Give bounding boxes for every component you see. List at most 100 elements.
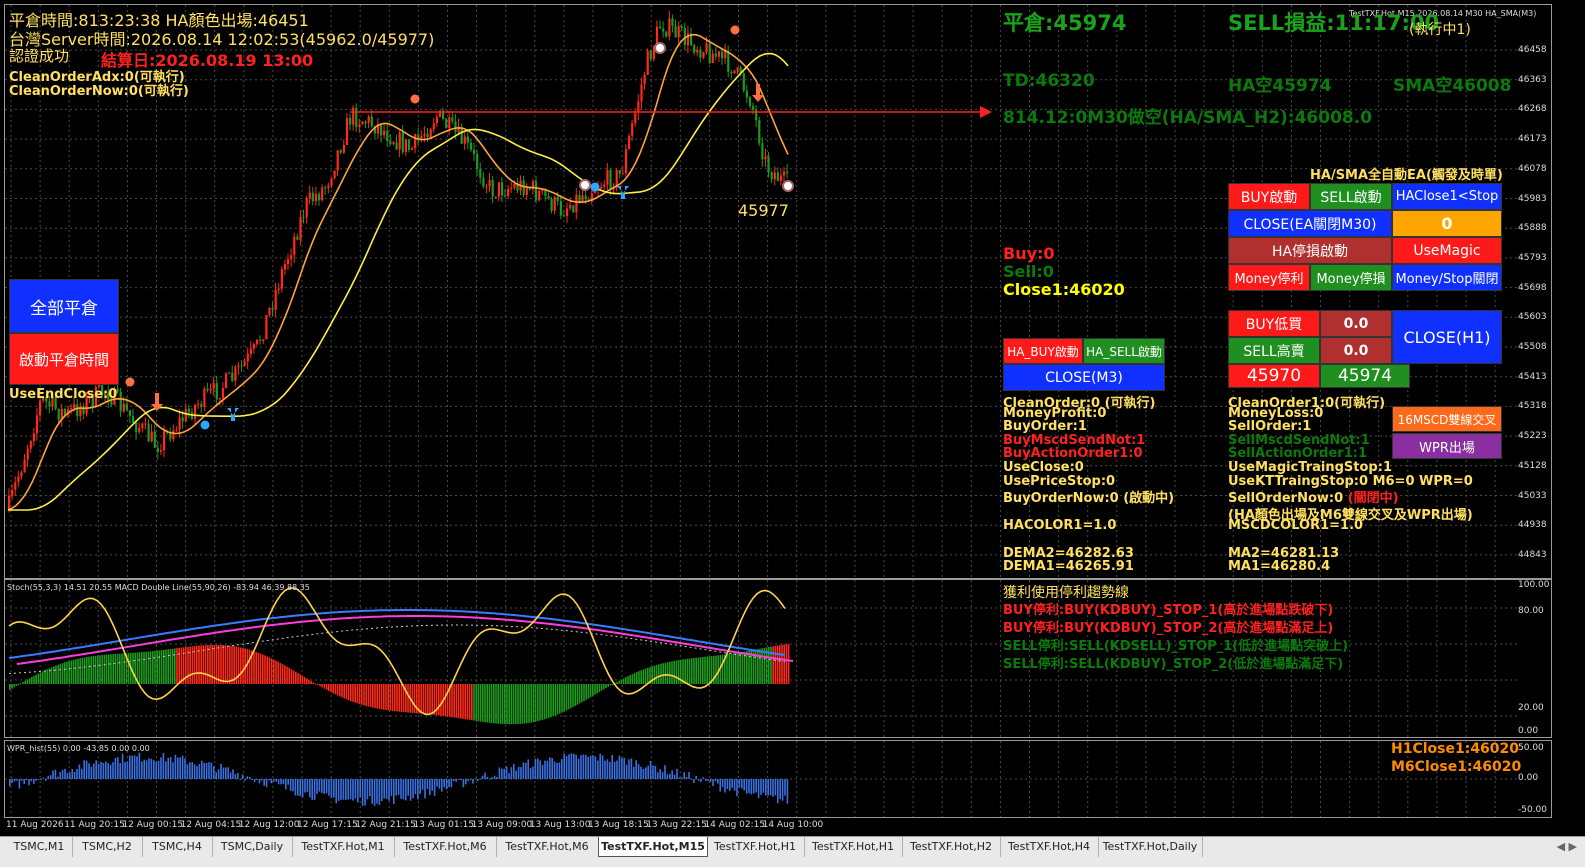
wpr-bar (11, 779, 13, 783)
wpr-bar (777, 779, 779, 804)
wpr-bar (181, 755, 184, 779)
macd-bar (528, 684, 530, 723)
chart-tab[interactable]: TSMC,H4 (142, 837, 213, 857)
macd-bar (9, 684, 11, 690)
macd-bar (367, 684, 370, 707)
wpr-bar (59, 772, 61, 779)
macd-bar (730, 653, 733, 684)
macd-bar (20, 683, 22, 685)
chart-tab[interactable]: TestTXF.Hot,H1 (804, 837, 903, 857)
candle-body (218, 398, 221, 400)
buy-low-value[interactable]: 0.0 (1320, 310, 1392, 337)
info-dema1: DEMA1=46265.91 (1003, 559, 1134, 574)
close-ea-button[interactable]: CLOSE(EA關閉M30) (1228, 210, 1392, 237)
stoch-macd-pane[interactable]: Stoch(55,3,3) 14.51 20.55 MACD Double Li… (4, 579, 1552, 738)
close-h1-button[interactable]: CLOSE(H1) (1392, 310, 1502, 364)
sell-high-button[interactable]: SELL高賣 (1228, 337, 1320, 364)
macd-bar (171, 648, 174, 684)
wpr-bar (282, 779, 285, 785)
wpr-bar (666, 774, 669, 779)
close-all-button[interactable]: 全部平倉 (9, 279, 119, 333)
macd-bar (138, 652, 141, 684)
chart-tab[interactable]: TestTXF.Hot,H1 (706, 837, 805, 857)
buy-low-button[interactable]: BUY低買 (1228, 310, 1320, 337)
enable-close-time-button[interactable]: 啟動平倉時間 (9, 333, 119, 385)
macd-bar (259, 653, 262, 684)
chart-tab[interactable]: TestTXF.Hot,M15 (598, 837, 708, 857)
candle-body (525, 187, 528, 195)
macd-bar (462, 684, 464, 719)
time-axis-label: 13 Aug 13:00 (529, 820, 591, 830)
macd-bar (783, 644, 785, 684)
candle-body (646, 50, 649, 75)
wpr-bar (729, 779, 731, 791)
money-stop-button[interactable]: Money停損 (1310, 264, 1392, 291)
wpr-bar (695, 776, 697, 779)
close-m3-button[interactable]: CLOSE(M3) (1003, 364, 1165, 391)
ea-title-label: HA/SMA全自動EA(觸發及時單) (1310, 168, 1503, 183)
candle-body (578, 194, 581, 202)
candle-body (435, 116, 438, 124)
ha-close-stop-button[interactable]: HAClose1<Stop (1392, 183, 1502, 210)
macd-bar (644, 668, 647, 684)
wpr-bar (246, 776, 249, 779)
wpr-pane[interactable]: WPR_hist(55) 0.00 -43.85 0.00 0.00 H1Clo… (4, 740, 1552, 818)
zero-counter-box[interactable]: 0 (1392, 210, 1502, 237)
wpr-bar (57, 776, 59, 779)
macd-bar (141, 652, 143, 684)
chart-tab[interactable]: TestTXF.Hot,H2 (902, 837, 1001, 857)
candle-body (733, 70, 736, 74)
chart-tab[interactable]: TestTXF.Hot,Daily (1098, 837, 1203, 857)
price-chart-pane[interactable]: 平倉時間:813:23:38 HA顏色出場:46451 台灣Server時間:2… (4, 4, 1552, 579)
wpr-exit-button[interactable]: WPR出場 (1392, 433, 1502, 459)
macd-cross-button[interactable]: 16MSCD雙線交叉 (1392, 406, 1502, 432)
macd-bar (295, 671, 297, 684)
macd-bar (231, 645, 233, 684)
chart-tab[interactable]: TestTXF.Hot,M6 (496, 837, 599, 857)
candle-body (674, 25, 677, 38)
chart-tab[interactable]: TSMC,M1 (6, 837, 73, 857)
chart-tab[interactable]: TSMC,H2 (72, 837, 143, 857)
ha-stop-start-button[interactable]: HA停損啟動 (1228, 237, 1392, 264)
chart-tab[interactable]: TestTXF.Hot,H4 (1000, 837, 1099, 857)
sell-high-value[interactable]: 0.0 (1320, 337, 1392, 364)
chart-tab[interactable]: TestTXF.Hot,M1 (292, 837, 395, 857)
wpr-bar (657, 772, 659, 779)
buy-start-button[interactable]: BUY啟動 (1228, 183, 1310, 210)
money-profit-button[interactable]: Money停利 (1228, 264, 1310, 291)
macd-bar (484, 684, 486, 723)
candle-body (299, 217, 302, 240)
candle-body (240, 365, 243, 367)
sell-start-button[interactable]: SELL啟動 (1310, 183, 1392, 210)
wpr-bar (52, 770, 54, 779)
candle-body (764, 156, 767, 160)
ha-buy-start-button[interactable]: HA_BUY啟動 (1003, 338, 1083, 364)
tab-scroll-arrows-icon[interactable]: ◀ ▶ (1557, 840, 1577, 853)
chart-tab[interactable]: TestTXF.Hot,M6 (394, 837, 497, 857)
wpr-bar (330, 779, 333, 798)
wpr-bar (491, 777, 493, 779)
chart-tab[interactable]: TSMC,Daily (212, 837, 293, 857)
macd-bar (391, 684, 394, 711)
wpr-bar (748, 779, 750, 794)
macd-bar (50, 667, 53, 684)
price-a-box[interactable]: 45970 (1228, 364, 1320, 388)
macd-bar (92, 656, 95, 684)
use-magic-button[interactable]: UseMagic (1392, 237, 1502, 264)
macd-bar (88, 656, 90, 684)
wpr-bar (501, 768, 503, 779)
wpr-bar (673, 774, 676, 779)
wpr-bar (405, 779, 407, 801)
wpr-bar (635, 760, 637, 779)
ha-sell-start-button[interactable]: HA_SELL啟動 (1083, 338, 1165, 364)
price-b-box[interactable]: 45974 (1320, 364, 1410, 388)
wpr-bar (210, 762, 213, 779)
wpr-bar (184, 758, 186, 779)
wpr-bar (587, 756, 589, 779)
candle-body (35, 415, 39, 434)
macd-bar (482, 684, 484, 722)
money-stop-close-button[interactable]: Money/Stop關閉 (1392, 264, 1502, 291)
candle-body (119, 391, 122, 412)
candle-body (460, 126, 463, 144)
wpr-bar (47, 776, 49, 779)
